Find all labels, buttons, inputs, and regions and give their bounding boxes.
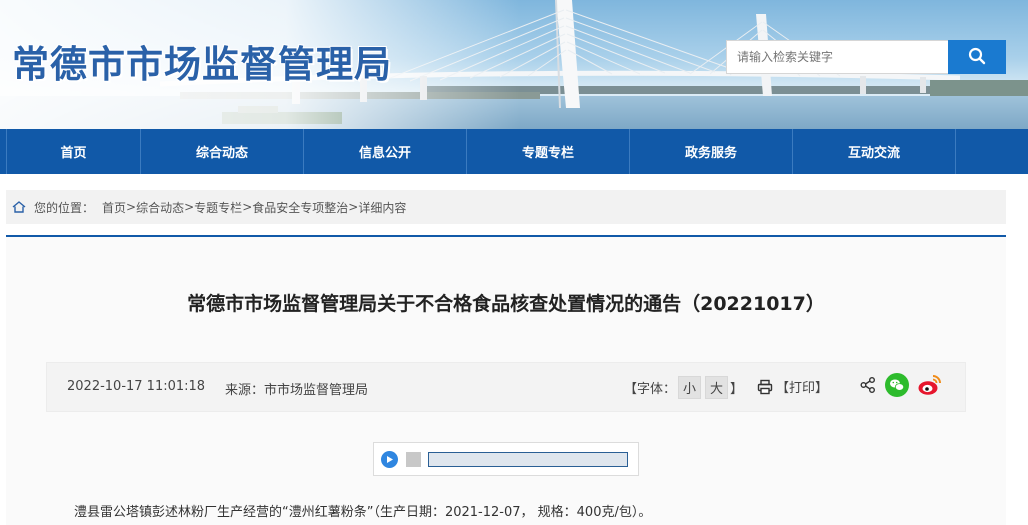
breadcrumb-separator: > xyxy=(184,200,195,214)
article-container: 常德市市场监督管理局关于不合格食品核查处置情况的通告（20221017） 202… xyxy=(6,237,1006,525)
main-nav: 首页 综合动态 信息公开 专题专栏 政务服务 互动交流 xyxy=(0,129,1028,174)
stop-button[interactable] xyxy=(406,451,421,467)
breadcrumb-link-home[interactable]: 首页 xyxy=(102,199,126,216)
breadcrumb: 您的位置： 首页 > 综合动态 > 专题专栏 > 食品安全专项整治 > 详细内容 xyxy=(6,190,1006,224)
breadcrumb-link-news[interactable]: 综合动态 xyxy=(136,199,184,216)
article-meta-bar: 2022-10-17 11:01:18 来源：市市场监督管理局 【字体： 小 大… xyxy=(46,362,966,412)
play-button[interactable] xyxy=(381,450,398,468)
nav-item-gov-services[interactable]: 政务服务 xyxy=(630,129,793,174)
breadcrumb-separator: > xyxy=(126,200,137,214)
share-bar xyxy=(859,373,943,397)
breadcrumb-current: 详细内容 xyxy=(358,200,407,215)
article-source: 来源：市市场监督管理局 xyxy=(225,383,369,398)
breadcrumb-separator: > xyxy=(242,200,253,214)
search-input[interactable] xyxy=(726,40,948,74)
home-icon xyxy=(12,201,26,213)
nav-item-special-topics[interactable]: 专题专栏 xyxy=(467,129,630,174)
font-size-small-button[interactable]: 小 xyxy=(678,376,702,399)
site-title: 常德市市场监督管理局 xyxy=(12,43,392,86)
font-size-control: 【字体： 小 大 】 xyxy=(624,376,743,399)
nav-item-news[interactable]: 综合动态 xyxy=(141,129,304,174)
search-box xyxy=(726,40,1006,74)
search-icon xyxy=(968,47,986,68)
font-size-label: 【字体： xyxy=(624,382,677,397)
audio-progress-bar[interactable] xyxy=(428,451,628,467)
breadcrumb-separator: > xyxy=(348,200,359,214)
print-label: 【打印】 xyxy=(776,381,829,396)
font-size-label-end: 】 xyxy=(730,382,744,397)
header-banner: 常德市市场监督管理局 xyxy=(0,0,1028,129)
breadcrumb-link-special-topics[interactable]: 专题专栏 xyxy=(194,199,242,216)
font-size-large-button[interactable]: 大 xyxy=(705,376,729,399)
breadcrumb-prefix: 您的位置： xyxy=(34,200,95,215)
search-button[interactable] xyxy=(948,40,1006,74)
publish-date: 2022-10-17 11:01:18 xyxy=(67,379,206,394)
nav-item-info-disclosure[interactable]: 信息公开 xyxy=(304,129,467,174)
audio-player xyxy=(373,442,639,476)
weibo-icon[interactable] xyxy=(917,373,943,397)
article-body-paragraph: 澧县雷公塔镇彭述林粉厂生产经营的“澧州红薯粉条”（生产日期：2021-12-07… xyxy=(74,505,652,520)
printer-icon xyxy=(757,379,773,395)
nav-item-interaction[interactable]: 互动交流 xyxy=(793,129,956,174)
wechat-icon[interactable] xyxy=(885,373,909,397)
breadcrumb-link-food-safety[interactable]: 食品安全专项整治 xyxy=(252,199,348,216)
nav-item-home[interactable]: 首页 xyxy=(6,129,141,174)
play-icon xyxy=(387,455,393,463)
article-title: 常德市市场监督管理局关于不合格食品核查处置情况的通告（20221017） xyxy=(187,293,825,315)
share-icon[interactable] xyxy=(859,376,877,394)
print-button[interactable]: 【打印】 xyxy=(757,377,828,396)
